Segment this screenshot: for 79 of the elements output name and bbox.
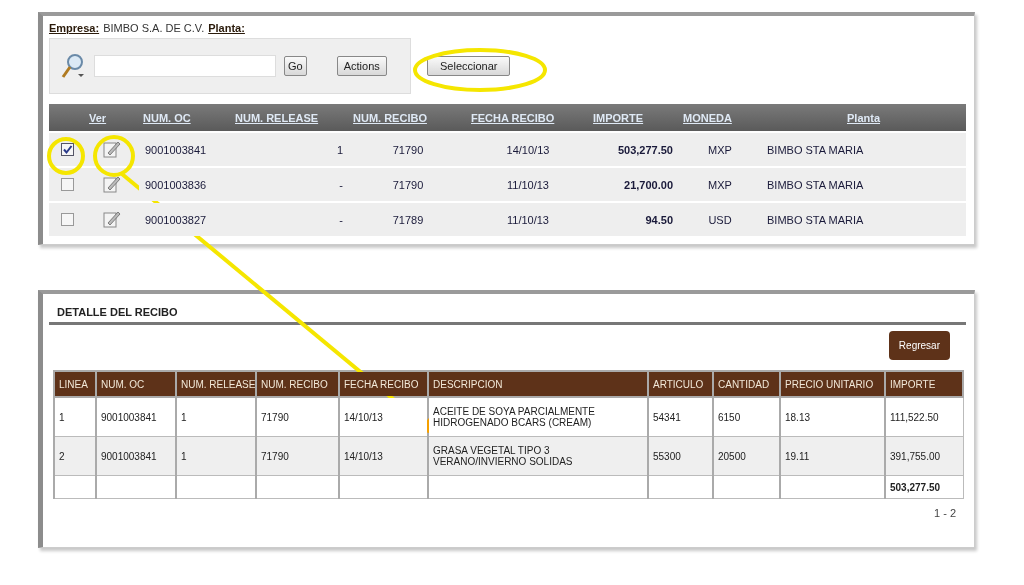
row-checkbox[interactable] (60, 178, 74, 192)
column-header: IMPORTE (885, 371, 963, 397)
table-cell: 9001003841 (96, 397, 176, 437)
column-header[interactable]: MONEDA (679, 104, 761, 132)
table-cell: 55300 (648, 436, 713, 476)
actions-button[interactable]: Actions (336, 56, 387, 76)
column-header: ARTICULO (648, 371, 713, 397)
table-cell: 1 (54, 397, 96, 437)
table-cell: 14/10/13 (467, 132, 589, 167)
column-header: DESCRIPCION (428, 371, 648, 397)
table-cell: 9001003841 (96, 436, 176, 476)
back-button[interactable]: Regresar (888, 331, 950, 360)
table-cell: GRASA VEGETAL TIPO 3 VERANO/INVIERNO SOLIDAS (428, 436, 648, 476)
company-name: BIMBO S.A. DE C.V. (103, 22, 205, 34)
table-cell: 1 (176, 397, 256, 437)
table-cell: 71790 (256, 436, 339, 476)
table-cell: USD (679, 202, 761, 236)
column-header[interactable]: IMPORTE (589, 104, 679, 132)
table-cell: 111,522.50 (885, 397, 963, 437)
column-header[interactable]: NUM. RECIBO (349, 104, 467, 132)
table-cell: 71790 (349, 167, 467, 202)
column-header[interactable]: NUM. RELEASE (231, 104, 349, 132)
column-header[interactable]: NUM. OC (139, 104, 231, 132)
table-cell: 6150 (713, 397, 780, 437)
table-cell: 1 (176, 436, 256, 476)
table-cell: 14/10/13 (339, 436, 428, 476)
highlight-circle (93, 135, 135, 177)
column-header: NUM. RELEASE (176, 371, 256, 397)
column-header[interactable]: Planta (761, 104, 966, 132)
table-cell: MXP (679, 132, 761, 167)
table-cell: MXP (679, 167, 761, 202)
total-cell: 503,277.50 (885, 475, 963, 499)
table-cell: 9001003827 (139, 202, 231, 236)
table-cell: 503,277.50 (589, 132, 679, 167)
plant-label: Planta: (208, 22, 245, 34)
column-header: PRECIO UNITARIO (780, 371, 885, 397)
section-title: DETALLE DEL RECIBO (49, 294, 966, 325)
column-header: FECHA RECIBO (339, 371, 428, 397)
select-button[interactable]: Seleccionar (427, 56, 511, 76)
table-cell: - (231, 167, 349, 202)
edit-icon[interactable] (103, 139, 121, 158)
table-cell: 391,755.00 (885, 436, 963, 476)
table-cell: 9001003836 (139, 167, 231, 202)
table-cell: 1 (231, 132, 349, 167)
table-cell: 18.13 (780, 397, 885, 437)
table-cell: BIMBO STA MARIA (761, 167, 966, 202)
go-button[interactable]: Go (284, 56, 307, 76)
table-cell: 94.50 (589, 202, 679, 236)
column-header: NUM. OC (96, 371, 176, 397)
table-cell: 71790 (349, 132, 467, 167)
row-checkbox[interactable] (60, 143, 74, 157)
table-cell: 11/10/13 (467, 167, 589, 202)
column-header: CANTIDAD (713, 371, 780, 397)
table-cell: ACEITE DE SOYA PARCIALMENTE HIDROGENADO BCARS (CREAM) (428, 397, 648, 437)
pagination-label: 1 - 2 (933, 506, 957, 521)
table-cell: 14/10/13 (339, 397, 428, 437)
company-label: Empresa: (49, 22, 100, 34)
column-header: NUM. RECIBO (256, 371, 339, 397)
table-cell: 11/10/13 (467, 202, 589, 236)
table-cell: - (231, 202, 349, 236)
column-header[interactable]: FECHA RECIBO (467, 104, 589, 132)
search-icon (60, 52, 86, 80)
column-header: LINEA (54, 371, 96, 397)
table-cell: 2 (54, 436, 96, 476)
row-checkbox[interactable] (60, 213, 74, 227)
table-cell: BIMBO STA MARIA (761, 132, 966, 167)
table-cell: 54341 (648, 397, 713, 437)
table-cell: 71790 (256, 397, 339, 437)
table-cell: 21,700.00 (589, 167, 679, 202)
highlight-circle (47, 137, 85, 175)
table-cell: 9001003841 (139, 132, 231, 167)
edit-icon[interactable] (103, 174, 121, 193)
table-cell: 20500 (713, 436, 780, 476)
search-field[interactable] (94, 55, 276, 77)
column-header[interactable]: Ver (85, 104, 139, 132)
table-cell: 19.11 (780, 436, 885, 476)
edit-icon[interactable] (103, 209, 121, 228)
table-cell: BIMBO STA MARIA (761, 202, 966, 236)
table-cell: 71789 (349, 202, 467, 236)
